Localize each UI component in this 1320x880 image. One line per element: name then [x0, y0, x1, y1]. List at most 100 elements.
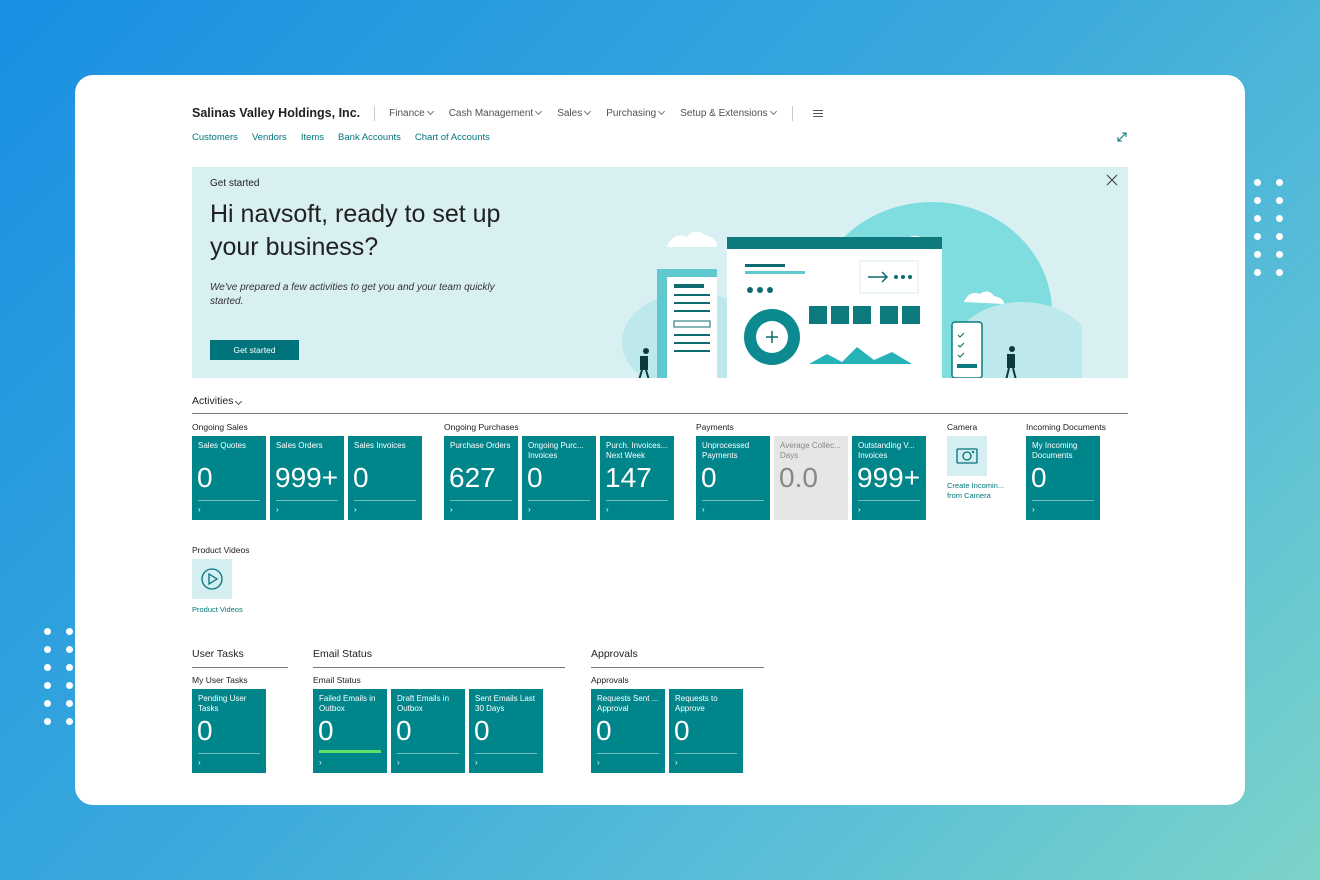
tile-requests-to-approve[interactable]: Requests to Approve 0 › — [669, 689, 743, 773]
tile-label: Average Collec... Days — [780, 441, 841, 460]
menu-label: Purchasing — [606, 107, 657, 119]
tile-value: 0 — [527, 462, 543, 493]
group-title-ongoing-purchases: Ongoing Purchases — [444, 422, 519, 432]
divider — [858, 500, 920, 501]
chevron-right-icon: › — [450, 505, 453, 514]
group-title-approvals: Approvals — [591, 675, 629, 685]
camera-tile[interactable] — [947, 436, 987, 476]
chevron-right-icon: › — [276, 505, 279, 514]
tile-purch-invoices-next-week[interactable]: Purch. Invoices... Next Week 147 › — [600, 436, 674, 520]
menu-label: Sales — [557, 107, 583, 119]
chevron-down-icon — [235, 397, 243, 406]
close-icon[interactable] — [1106, 174, 1118, 186]
top-navigation: Salinas Valley Holdings, Inc. Finance Ca… — [192, 105, 823, 121]
chevron-right-icon: › — [675, 758, 678, 767]
tile-failed-emails[interactable]: Failed Emails in Outbox 0 › — [313, 689, 387, 773]
menu-label: Cash Management — [448, 107, 534, 119]
expand-icon[interactable] — [1116, 131, 1128, 143]
tile-label: Sales Orders — [276, 441, 323, 450]
chevron-right-icon: › — [397, 758, 400, 767]
divider — [475, 753, 537, 754]
tile-value: 999+ — [275, 462, 339, 493]
menu-label: Finance — [389, 107, 425, 119]
link-customers[interactable]: Customers — [192, 132, 238, 143]
group-title-ongoing-sales: Ongoing Sales — [192, 422, 248, 432]
tile-value: 0 — [318, 715, 334, 746]
tile-average-collection-days[interactable]: Average Collec... Days 0.0 — [774, 436, 848, 520]
tile-value: 627 — [449, 462, 496, 493]
chevron-right-icon: › — [702, 505, 705, 514]
link-vendors[interactable]: Vendors — [252, 132, 287, 143]
section-user-tasks[interactable]: User Tasks — [192, 648, 288, 668]
get-started-banner: Get started Hi navsoft, ready to set up … — [192, 167, 1128, 378]
group-title-incoming-documents: Incoming Documents — [1026, 422, 1106, 432]
menu-setup-extensions[interactable]: Setup & Extensions — [680, 108, 777, 119]
camera-icon — [956, 448, 978, 464]
banner-tag: Get started — [210, 178, 260, 189]
get-started-button[interactable]: Get started — [210, 340, 299, 360]
quick-links: Customers Vendors Items Bank Accounts Ch… — [192, 132, 504, 143]
tile-label: Requests Sent ... Approval — [597, 694, 659, 713]
section-approvals[interactable]: Approvals — [591, 648, 764, 668]
chevron-right-icon: › — [198, 505, 201, 514]
chevron-right-icon: › — [1032, 505, 1035, 514]
hamburger-icon[interactable] — [812, 109, 823, 117]
group-title-product-videos: Product Videos — [192, 545, 250, 555]
chevron-down-icon — [584, 107, 592, 116]
divider — [450, 500, 512, 501]
tile-pending-user-tasks[interactable]: Pending User Tasks 0 › — [192, 689, 266, 773]
divider — [354, 500, 416, 501]
tile-my-incoming-documents[interactable]: My Incoming Documents 0 › — [1026, 436, 1100, 520]
link-chart-of-accounts[interactable]: Chart of Accounts — [415, 132, 490, 143]
divider — [276, 500, 338, 501]
tile-sales-quotes[interactable]: Sales Quotes 0 › — [192, 436, 266, 520]
tile-ongoing-purchase-invoices[interactable]: Ongoing Purc... Invoices 0 › — [522, 436, 596, 520]
section-email-status[interactable]: Email Status — [313, 648, 565, 668]
company-name[interactable]: Salinas Valley Holdings, Inc. — [192, 106, 360, 120]
divider — [1032, 500, 1094, 501]
tile-label: Purch. Invoices... Next Week — [606, 441, 668, 460]
divider — [606, 500, 668, 501]
chevron-right-icon: › — [354, 505, 357, 514]
chevron-right-icon: › — [606, 505, 609, 514]
divider — [198, 753, 260, 754]
tile-label: Pending User Tasks — [198, 694, 247, 713]
tile-value: 0 — [596, 715, 612, 746]
menu-cash-management[interactable]: Cash Management — [448, 107, 543, 119]
divider — [702, 500, 764, 501]
divider — [397, 753, 459, 754]
tile-sent-emails[interactable]: Sent Emails Last 30 Days 0 › — [469, 689, 543, 773]
tile-requests-sent-approval[interactable]: Requests Sent ... Approval 0 › — [591, 689, 665, 773]
setup-illustration — [622, 202, 1082, 378]
divider — [791, 105, 793, 121]
tile-label: My Incoming Documents — [1032, 441, 1078, 460]
divider — [374, 105, 376, 121]
tile-value: 0 — [674, 715, 690, 746]
tile-label: Ongoing Purc... Invoices — [528, 441, 584, 460]
tile-value: 999+ — [857, 462, 921, 493]
status-indicator — [319, 750, 381, 753]
activities-header[interactable]: Activities — [192, 395, 1128, 414]
product-videos-caption[interactable]: Product Videos — [192, 605, 243, 615]
tile-label: Outstanding V... Invoices — [858, 441, 915, 460]
tile-sales-orders[interactable]: Sales Orders 999+ › — [270, 436, 344, 520]
divider — [675, 753, 737, 754]
tile-label: Purchase Orders — [450, 441, 511, 450]
camera-caption[interactable]: Create Incomin... from Camera — [947, 481, 1009, 501]
link-bank-accounts[interactable]: Bank Accounts — [338, 132, 401, 143]
tile-value: 0 — [396, 715, 412, 746]
menu-finance[interactable]: Finance — [389, 107, 434, 119]
tile-outstanding-vendor-invoices[interactable]: Outstanding V... Invoices 999+ › — [852, 436, 926, 520]
product-videos-tile[interactable] — [192, 559, 232, 599]
group-title-email-status: Email Status — [313, 675, 361, 685]
menu-sales[interactable]: Sales — [557, 107, 592, 119]
tile-sales-invoices[interactable]: Sales Invoices 0 › — [348, 436, 422, 520]
divider — [528, 500, 590, 501]
chevron-right-icon: › — [475, 758, 478, 767]
link-items[interactable]: Items — [301, 132, 324, 143]
menu-purchasing[interactable]: Purchasing — [606, 107, 666, 119]
tile-unprocessed-payments[interactable]: Unprocessed Payments 0 › — [696, 436, 770, 520]
tile-draft-emails[interactable]: Draft Emails in Outbox 0 › — [391, 689, 465, 773]
tile-label: Sales Invoices — [354, 441, 406, 450]
tile-purchase-orders[interactable]: Purchase Orders 627 › — [444, 436, 518, 520]
